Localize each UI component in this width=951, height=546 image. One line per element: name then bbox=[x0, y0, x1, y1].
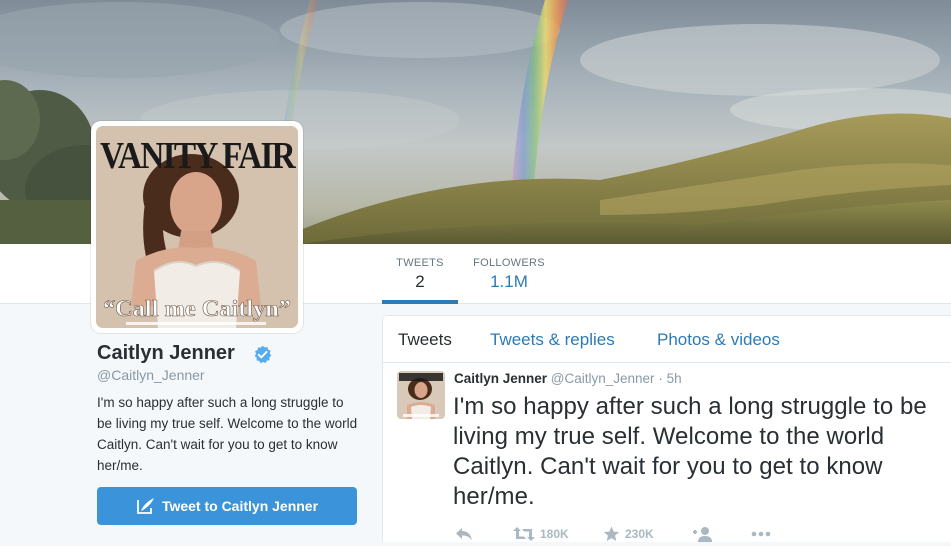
tweet-author-handle[interactable]: @Caitlyn_Jenner bbox=[551, 371, 655, 386]
reply-icon bbox=[456, 528, 472, 540]
nav-stat-followers-value: 1.1M bbox=[490, 272, 528, 291]
avatar-cover-line: “Call me Caitlyn” bbox=[103, 296, 291, 321]
tweet-header: Caitlyn Jenner @Caitlyn_Jenner · 5h bbox=[454, 371, 682, 386]
nav-stat-tweets[interactable]: TWEETS 2 bbox=[382, 244, 458, 304]
tab-photos-and-videos[interactable]: Photos & videos bbox=[657, 330, 780, 350]
tweet-author-name[interactable]: Caitlyn Jenner bbox=[454, 371, 547, 386]
retweet-button[interactable]: 180K bbox=[513, 526, 569, 546]
nav-stat-followers-label: FOLLOWERS bbox=[473, 257, 545, 269]
tab-tweets-and-replies[interactable]: Tweets & replies bbox=[490, 330, 615, 350]
verified-badge-icon bbox=[254, 345, 272, 364]
tweet-item[interactable]: Caitlyn Jenner @Caitlyn_Jenner · 5h I'm … bbox=[383, 363, 951, 543]
compose-quill-icon bbox=[137, 497, 154, 514]
star-icon bbox=[603, 526, 620, 541]
tweet-text: I'm so happy after such a long struggle … bbox=[453, 393, 927, 510]
timeline: Tweets Tweets & replies Photos & videos … bbox=[382, 315, 951, 542]
nav-stat-followers[interactable]: FOLLOWERS 1.1M bbox=[468, 244, 550, 303]
favorite-count: 230K bbox=[625, 527, 654, 541]
nav-stat-tweets-label: TWEETS bbox=[396, 257, 444, 269]
favorite-button[interactable]: 230K bbox=[603, 526, 654, 546]
add-user-icon bbox=[693, 527, 712, 542]
tweet-timestamp[interactable]: 5h bbox=[667, 371, 682, 386]
retweet-count: 180K bbox=[540, 527, 569, 541]
tweet-to-button-label: Tweet to Caitlyn Jenner bbox=[161, 498, 319, 514]
profile-bio: I'm so happy after such a long struggle … bbox=[97, 395, 358, 473]
tweet-separator: · bbox=[658, 371, 663, 386]
tweet-avatar[interactable] bbox=[397, 371, 445, 419]
reply-button[interactable] bbox=[455, 526, 473, 546]
avatar-magazine-title: VANITY FAIR bbox=[100, 135, 296, 177]
profile-handle[interactable]: @Caitlyn_Jenner bbox=[97, 367, 205, 383]
more-dots-icon bbox=[751, 531, 771, 537]
more-button[interactable] bbox=[751, 526, 771, 546]
profile-name[interactable]: Caitlyn Jenner bbox=[97, 342, 235, 365]
avatar-magazine-cover-image: VANITY FAIR “Call me Caitlyn” bbox=[96, 126, 298, 328]
tweet-to-button[interactable]: Tweet to Caitlyn Jenner bbox=[97, 487, 357, 525]
nav-stat-tweets-value: 2 bbox=[415, 272, 425, 291]
retweet-icon bbox=[513, 527, 535, 541]
tweet-avatar-image bbox=[397, 371, 445, 419]
tab-tweets[interactable]: Tweets bbox=[398, 330, 452, 350]
profile-avatar[interactable]: VANITY FAIR “Call me Caitlyn” bbox=[91, 121, 303, 333]
timeline-tabs: Tweets Tweets & replies Photos & videos bbox=[383, 316, 951, 363]
follow-button[interactable] bbox=[693, 526, 715, 546]
